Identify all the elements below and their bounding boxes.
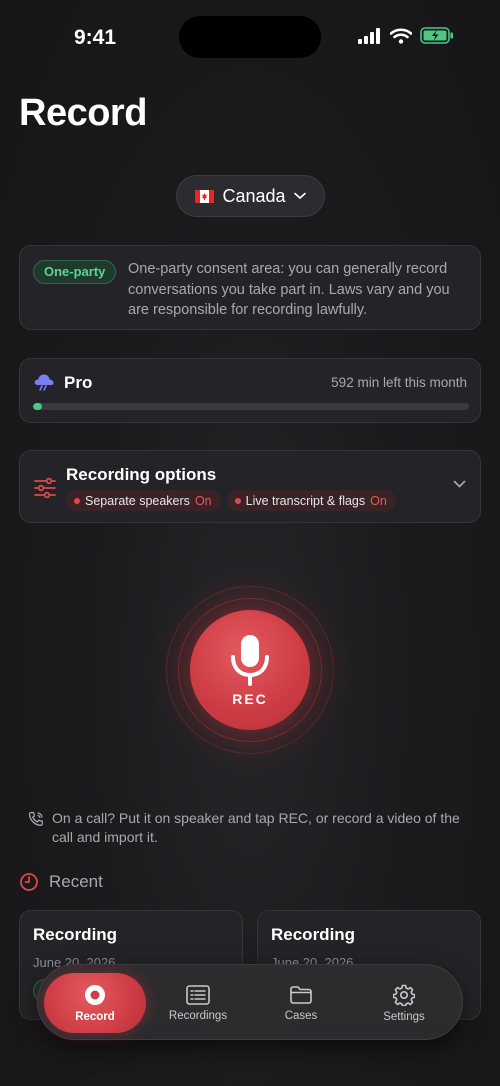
status-dot xyxy=(234,497,241,504)
plan-remaining: 592 min left this month xyxy=(331,375,467,390)
recording-title: Recording xyxy=(271,925,356,944)
recording-title: Recording xyxy=(33,925,118,944)
folder-icon xyxy=(290,985,312,1004)
recent-header: Recent xyxy=(19,872,103,892)
rec-label: REC xyxy=(232,691,268,707)
page-title: Record xyxy=(19,92,147,134)
canada-flag-icon xyxy=(195,189,215,203)
chip-label: Separate speakers xyxy=(85,493,190,508)
dynamic-island xyxy=(179,16,321,58)
recording-options-title: Recording options xyxy=(66,465,217,484)
tab-label: Cases xyxy=(284,1009,318,1022)
chevron-down-icon xyxy=(293,192,306,200)
call-hint: On a call? Put it on speaker and tap REC… xyxy=(28,809,478,847)
gear-icon xyxy=(393,984,415,1006)
consent-card: One-party One-party consent area: you ca… xyxy=(19,245,481,330)
tab-settings[interactable]: Settings xyxy=(353,973,455,1033)
usage-progress-bar xyxy=(33,403,469,410)
phone-call-icon xyxy=(28,811,43,826)
tab-label: Settings xyxy=(383,1010,425,1023)
microphone-icon xyxy=(231,635,269,686)
plan-name: Pro xyxy=(64,373,93,392)
status-time: 9:41 xyxy=(74,26,117,49)
plan-card[interactable]: Pro 592 min left this month xyxy=(19,358,481,423)
chip-label: Live transcript & flags xyxy=(245,493,366,508)
signal-icon xyxy=(358,27,380,44)
tab-bar: Record Recordings Cases Settings xyxy=(37,964,463,1040)
chip-state: On xyxy=(370,493,387,508)
status-icons xyxy=(358,27,454,44)
tab-label: Record xyxy=(75,1010,115,1023)
usage-progress-fill xyxy=(33,403,42,410)
tab-cases[interactable]: Cases xyxy=(250,973,352,1033)
record-icon xyxy=(85,984,105,1005)
wifi-icon xyxy=(390,27,412,44)
tab-label: Recordings xyxy=(168,1009,228,1022)
clock-icon xyxy=(20,873,38,891)
option-chip-live-transcript[interactable]: Live transcript & flags On xyxy=(226,490,396,511)
call-hint-text: On a call? Put it on speaker and tap REC… xyxy=(52,810,460,845)
list-icon xyxy=(186,984,210,1005)
status-bar: 9:41 xyxy=(0,0,500,70)
consent-badge: One-party xyxy=(33,260,117,284)
option-chip-separate-speakers[interactable]: Separate speakers On xyxy=(66,490,221,511)
battery-icon xyxy=(420,27,453,44)
cloud-icon xyxy=(34,374,54,391)
chevron-down-icon[interactable] xyxy=(453,480,466,489)
tab-record[interactable]: Record xyxy=(44,973,146,1033)
country-label: Canada xyxy=(222,185,286,206)
recording-options-card[interactable]: Recording options Separate speakers On L… xyxy=(19,450,481,523)
rec-button[interactable]: REC xyxy=(190,610,310,730)
sliders-icon xyxy=(34,478,56,498)
option-chips: Separate speakers On Live transcript & f… xyxy=(66,490,396,511)
recent-title: Recent xyxy=(49,872,103,891)
chip-state: On xyxy=(194,493,212,508)
tab-recordings[interactable]: Recordings xyxy=(147,973,249,1033)
country-selector[interactable]: Canada xyxy=(176,175,325,217)
status-dot xyxy=(74,497,80,504)
consent-text: One-party consent area: you can generall… xyxy=(128,261,450,318)
